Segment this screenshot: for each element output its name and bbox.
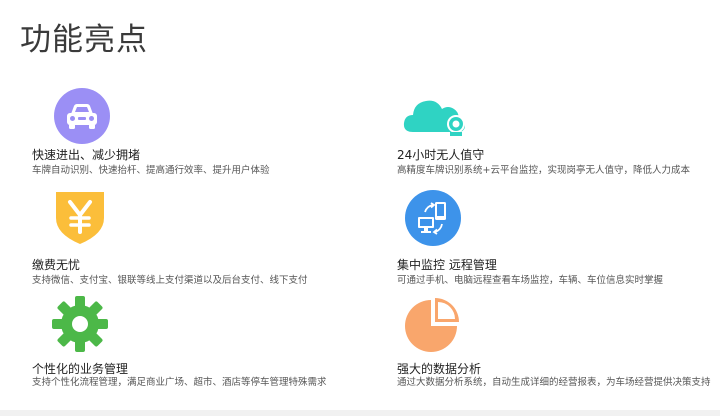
cloud-camera-icon	[401, 86, 471, 146]
pie-chart-icon	[403, 294, 463, 354]
feature-title: 集中监控 远程管理	[397, 258, 497, 272]
page-title: 功能亮点	[20, 22, 148, 58]
feature-desc: 高精度车牌识别系统+云平台监控，实现岗亭无人值守，降低人力成本	[397, 165, 690, 176]
feature-desc: 支持个性化流程管理，满足商业广场、超市、酒店等停车管理特殊需求	[32, 377, 327, 388]
feature-desc: 可通过手机、电脑远程查看车场监控，车辆、车位信息实时掌握	[397, 275, 664, 286]
feature-title: 缴费无忧	[32, 258, 81, 272]
feature-title: 快速进出、减少拥堵	[32, 148, 141, 162]
remote-devices-icon	[403, 188, 463, 248]
feature-desc: 车牌自动识别、快速抬杆、提高通行效率、提升用户体验	[32, 165, 270, 176]
feature-desc: 支持微信、支付宝、银联等线上支付渠道以及后台支付、线下支付	[32, 275, 308, 286]
car-icon	[52, 86, 112, 146]
feature-desc: 通过大数据分析系统，自动生成详细的经营报表，为车场经营提供决策支持	[397, 377, 711, 388]
yuan-shield-icon	[50, 188, 110, 248]
feature-title: 24小时无人值守	[397, 148, 485, 162]
gear-icon	[50, 294, 110, 354]
bottom-bar	[0, 410, 720, 416]
